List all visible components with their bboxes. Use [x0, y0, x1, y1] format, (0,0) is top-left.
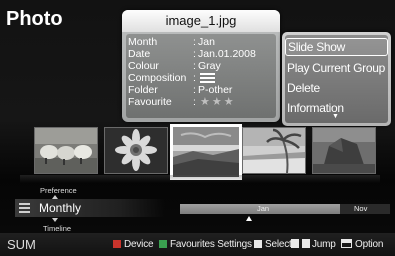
- select-label: Select: [265, 239, 292, 250]
- jump-label: Jump: [312, 239, 336, 250]
- timeline-month-label: Jan: [257, 204, 270, 213]
- favourite-stars-icon: ★★★: [200, 96, 236, 108]
- sort-next-label[interactable]: Timeline: [43, 224, 71, 233]
- favourites-settings-button[interactable]: Favourites Settings: [159, 233, 252, 256]
- sum-label: SUM: [7, 237, 36, 252]
- option-label: Option: [355, 239, 384, 250]
- rock-photo-image: [313, 128, 375, 173]
- palm-beach-photo-image: [243, 128, 305, 173]
- menu-item-play-current-group[interactable]: Play Current Group: [285, 59, 388, 77]
- info-label: Folder: [128, 84, 158, 96]
- info-value: Jan: [198, 36, 215, 48]
- list-lines-icon: [19, 203, 30, 213]
- photo-browser-screen: Photo image_1.jpg Month : Jan Date : Jan…: [0, 0, 395, 256]
- info-label: Month: [128, 36, 158, 48]
- device-label: Device: [124, 239, 154, 250]
- info-value: Gray: [198, 60, 221, 72]
- jump-button[interactable]: Jump: [291, 233, 336, 256]
- info-value: Jan.01.2008: [198, 48, 256, 60]
- device-button[interactable]: Device: [113, 233, 154, 256]
- info-label: Date: [128, 48, 151, 60]
- info-label: Favourite: [128, 96, 172, 108]
- composition-lines-icon: [200, 73, 215, 83]
- option-menu: Slide Show Play Current Group Delete Inf…: [282, 32, 391, 126]
- timeline-position-marker: [246, 216, 252, 221]
- timeline-bar[interactable]: Jan Nov: [180, 204, 390, 214]
- sort-prev-label[interactable]: Preference: [40, 186, 77, 195]
- sort-down-arrow-icon[interactable]: [52, 218, 58, 222]
- enter-button-icon: [254, 240, 262, 248]
- menu-more-down-icon[interactable]: ▼: [332, 113, 339, 120]
- thumbnail-reflection: [20, 175, 380, 183]
- thumbnail-rock[interactable]: [312, 127, 376, 174]
- thumbnail-sheep[interactable]: [34, 127, 98, 174]
- info-separator: :: [193, 48, 196, 60]
- sort-mode-selector[interactable]: Monthly: [15, 199, 165, 217]
- flower-photo-image: [105, 128, 167, 173]
- footer-bar: SUM Device Favourites Settings Select Ju…: [0, 233, 395, 256]
- seascape-photo-image: [173, 127, 239, 177]
- menu-item-slide-show[interactable]: Slide Show: [285, 38, 388, 56]
- favourites-settings-label: Favourites Settings: [170, 239, 252, 250]
- sort-mode-value: Monthly: [39, 201, 82, 215]
- info-popup: image_1.jpg Month : Jan Date : Jan.01.20…: [122, 10, 280, 122]
- timeline-month-label: Nov: [354, 204, 368, 213]
- thumbnail-palm-beach[interactable]: [242, 127, 306, 174]
- info-separator: :: [193, 60, 196, 72]
- green-button-icon: [159, 240, 167, 248]
- screen-title: Photo: [6, 8, 63, 30]
- select-button[interactable]: Select: [254, 233, 292, 256]
- thumbnail-seascape-selected[interactable]: [170, 124, 242, 180]
- info-popup-title: image_1.jpg: [122, 10, 280, 32]
- option-button[interactable]: Option: [341, 233, 383, 256]
- info-value: P-other: [198, 84, 233, 96]
- info-separator: :: [193, 36, 196, 48]
- info-label: Composition: [128, 72, 187, 84]
- info-separator: :: [193, 72, 196, 84]
- info-label: Colour: [128, 60, 159, 72]
- info-popup-body: Month : Jan Date : Jan.01.2008 Colour : …: [126, 34, 276, 118]
- sheep-photo-image: [35, 128, 97, 173]
- info-separator: :: [193, 96, 196, 108]
- menu-item-delete[interactable]: Delete: [285, 79, 388, 97]
- thumbnail-flower[interactable]: [104, 127, 168, 174]
- option-menu-list: Slide Show Play Current Group Delete Inf…: [285, 35, 388, 123]
- tools-icon: [341, 239, 352, 248]
- skip-buttons-icon: [291, 239, 310, 248]
- info-separator: :: [193, 84, 196, 96]
- red-button-icon: [113, 240, 121, 248]
